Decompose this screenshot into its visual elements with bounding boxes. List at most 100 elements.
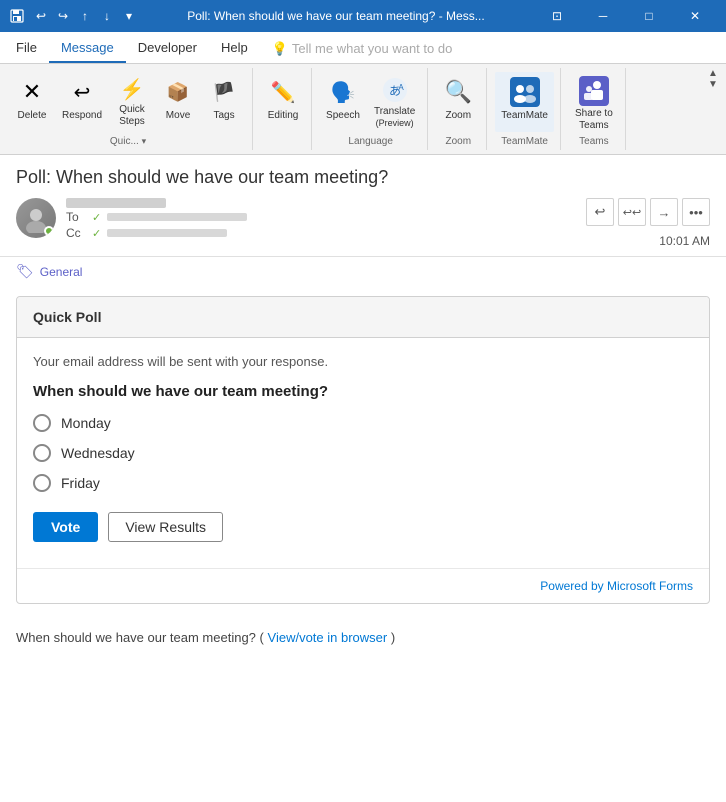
restore-button[interactable]: □: [626, 0, 672, 32]
delete-button[interactable]: ✕ Delete: [10, 72, 54, 132]
download-button[interactable]: ↓: [98, 7, 116, 25]
poll-card: Quick Poll Your email address will be se…: [16, 296, 710, 604]
more-button[interactable]: ▾: [120, 7, 138, 25]
ribbon-scroll-up[interactable]: ▲: [708, 68, 718, 79]
ribbon-scroll-down[interactable]: ▼: [708, 79, 718, 90]
sender-block: To ✓ Cc ✓: [16, 198, 247, 240]
tag-label: General: [40, 265, 83, 279]
ribbon-group-editing: ✏️ Editing: [255, 68, 312, 150]
sender-details: To ✓ Cc ✓: [66, 198, 247, 240]
teammate-icon: [509, 76, 541, 108]
share-to-teams-button[interactable]: Share toTeams: [569, 72, 619, 132]
ribbon-scroll[interactable]: ▲ ▼: [704, 68, 722, 90]
avatar: [16, 198, 56, 238]
save-icon[interactable]: [8, 7, 26, 25]
timestamp: 10:01 AM: [659, 234, 710, 248]
ribbon-group-zoom: 🔍 Zoom Zoom: [430, 68, 487, 150]
group-label-language: Language: [348, 136, 393, 150]
translate-label: Translate(Preview): [374, 106, 415, 130]
radio-wednesday[interactable]: [33, 444, 51, 462]
tag-row: 🏷 General: [0, 257, 726, 280]
poll-question: When should we have our team meeting?: [33, 383, 693, 400]
poll-buttons: Vote View Results: [33, 512, 693, 542]
ribbon-content: ✕ Delete ↩ Respond ⚡ QuickSteps 📦 Move: [0, 64, 726, 154]
footer-text: When should we have our team meeting?: [16, 630, 256, 645]
to-verified-icon: ✓: [92, 211, 101, 224]
title-bar: ↩ ↪ ↑ ↓ ▾ Poll: When should we have our …: [0, 0, 726, 32]
quick-steps-button[interactable]: ⚡ QuickSteps: [110, 72, 154, 132]
email-body: Quick Poll Your email address will be se…: [0, 280, 726, 620]
tag-icon: 🏷: [16, 263, 34, 280]
move-button[interactable]: 📦 Move: [156, 72, 200, 132]
redo-button[interactable]: ↪: [54, 7, 72, 25]
email-actions: ↩ ↩↩ → •••: [586, 198, 710, 226]
tags-button[interactable]: 🏴 Tags: [202, 72, 246, 132]
email-area: Poll: When should we have our team meeti…: [0, 155, 726, 802]
respond-button[interactable]: ↩ Respond: [56, 72, 108, 132]
view-vote-link[interactable]: View/vote in browser: [268, 630, 388, 645]
email-header-right: ↩ ↩↩ → ••• 10:01 AM: [586, 198, 710, 248]
group-label-quick: Quic... ▾: [110, 136, 146, 150]
window-controls: ⊡ ─ □ ✕: [534, 0, 718, 32]
vote-button[interactable]: Vote: [33, 512, 98, 542]
translate-icon: あA: [379, 76, 411, 104]
poll-card-body: Your email address will be sent with you…: [17, 338, 709, 568]
title-bar-left: ↩ ↪ ↑ ↓ ▾: [8, 7, 138, 25]
share-to-teams-label: Share toTeams: [575, 108, 613, 132]
reply-button[interactable]: ↩: [586, 198, 614, 226]
teammate-label: TeamMate: [501, 110, 548, 122]
tell-me-input[interactable]: Tell me what you want to do: [292, 41, 452, 56]
email-subject: Poll: When should we have our team meeti…: [16, 167, 710, 188]
group-label-teams: Teams: [579, 136, 608, 150]
tags-icon: 🏴: [208, 76, 240, 108]
ribbon-group-teams: Share toTeams Teams: [563, 68, 626, 150]
cc-label: Cc: [66, 226, 86, 240]
editing-button[interactable]: ✏️ Editing: [261, 72, 305, 132]
radio-friday[interactable]: [33, 474, 51, 492]
more-actions-button[interactable]: •••: [682, 198, 710, 226]
window-resize-button[interactable]: ⊡: [534, 0, 580, 32]
poll-option-monday[interactable]: Monday: [33, 414, 693, 432]
ribbon-group-teammate: TeamMate TeamMate: [489, 68, 561, 150]
to-field: To ✓: [66, 210, 247, 224]
teammate-button[interactable]: TeamMate: [495, 72, 554, 132]
upload-button[interactable]: ↑: [76, 7, 94, 25]
tab-message[interactable]: Message: [49, 34, 126, 63]
cc-verified-icon: ✓: [92, 227, 101, 240]
translate-button[interactable]: あA Translate(Preview): [368, 72, 421, 132]
ribbon-group-delete: ✕ Delete ↩ Respond ⚡ QuickSteps 📦 Move: [4, 68, 253, 150]
undo-button[interactable]: ↩: [32, 7, 50, 25]
reply-all-button[interactable]: ↩↩: [618, 198, 646, 226]
radio-monday[interactable]: [33, 414, 51, 432]
poll-notice: Your email address will be sent with you…: [33, 354, 693, 369]
speech-button[interactable]: 🗣️ Speech: [320, 72, 366, 132]
email-footer: When should we have our team meeting? ( …: [0, 620, 726, 655]
email-meta: To ✓ Cc ✓ ↩ ↩↩ → •••: [16, 198, 710, 248]
forward-button[interactable]: →: [650, 198, 678, 226]
respond-icon: ↩: [66, 76, 98, 108]
teams-icon: [578, 76, 610, 106]
zoom-button[interactable]: 🔍 Zoom: [436, 72, 480, 132]
poll-option-wednesday[interactable]: Wednesday: [33, 444, 693, 462]
poll-card-header: Quick Poll: [17, 297, 709, 338]
close-button[interactable]: ✕: [672, 0, 718, 32]
option-label-friday: Friday: [61, 475, 100, 491]
editing-label: Editing: [268, 110, 299, 122]
quick-steps-icon: ⚡: [116, 76, 148, 102]
online-indicator: [44, 226, 54, 236]
poll-option-friday[interactable]: Friday: [33, 474, 693, 492]
tab-developer[interactable]: Developer: [126, 34, 209, 63]
editing-icon: ✏️: [267, 76, 299, 108]
option-label-monday: Monday: [61, 415, 111, 431]
powered-by-link[interactable]: Powered by Microsoft Forms: [540, 579, 693, 593]
ribbon-group-language: 🗣️ Speech あA Translate(Preview) Language: [314, 68, 428, 150]
sender-name: [66, 198, 166, 208]
view-results-button[interactable]: View Results: [108, 512, 223, 542]
tab-help[interactable]: Help: [209, 34, 260, 63]
minimize-button[interactable]: ─: [580, 0, 626, 32]
move-label: Move: [166, 110, 190, 122]
delete-label: Delete: [18, 110, 47, 122]
group-label-zoom: Zoom: [446, 136, 472, 150]
tab-file[interactable]: File: [4, 34, 49, 63]
option-label-wednesday: Wednesday: [61, 445, 135, 461]
